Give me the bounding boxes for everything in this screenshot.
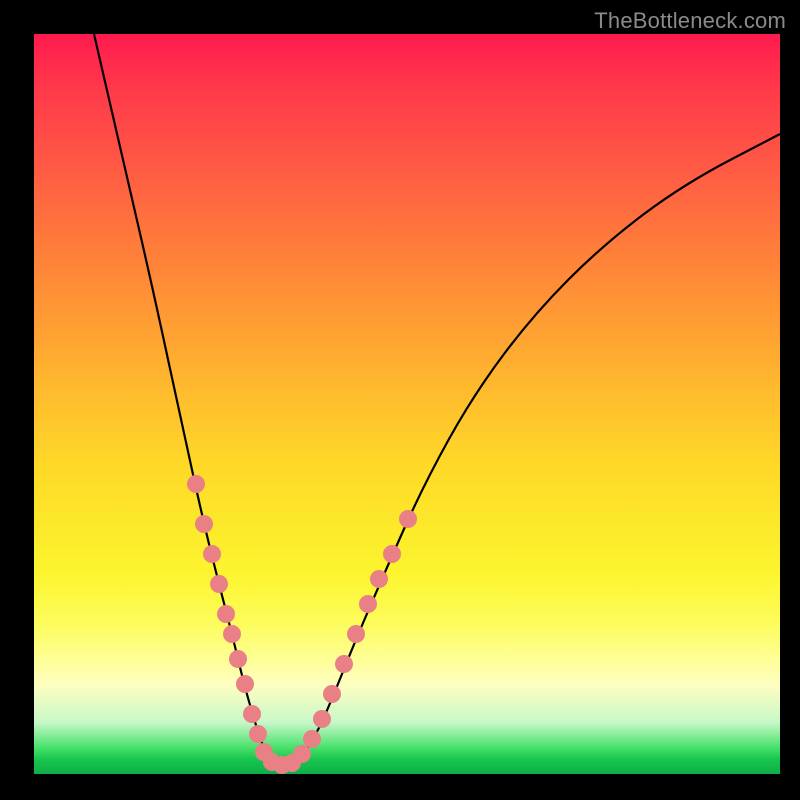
highlight-dot bbox=[347, 625, 365, 643]
highlight-dot bbox=[217, 605, 235, 623]
plot-area bbox=[34, 34, 780, 774]
curve-svg bbox=[34, 34, 780, 774]
highlight-dot bbox=[359, 595, 377, 613]
watermark-text: TheBottleneck.com bbox=[594, 8, 786, 34]
highlight-dot bbox=[399, 510, 417, 528]
highlight-dot bbox=[335, 655, 353, 673]
highlight-dot bbox=[210, 575, 228, 593]
highlight-dot bbox=[293, 745, 311, 763]
bottleneck-curve bbox=[94, 34, 780, 764]
highlight-dot bbox=[303, 730, 321, 748]
highlight-dot bbox=[203, 545, 221, 563]
highlight-dot bbox=[229, 650, 247, 668]
highlight-dot bbox=[187, 475, 205, 493]
highlight-dot bbox=[243, 705, 261, 723]
chart-stage: TheBottleneck.com bbox=[0, 0, 800, 800]
highlight-dot bbox=[249, 725, 267, 743]
highlight-dot bbox=[323, 685, 341, 703]
highlight-dot bbox=[370, 570, 388, 588]
highlight-dot bbox=[313, 710, 331, 728]
highlight-dot bbox=[236, 675, 254, 693]
highlight-dot bbox=[383, 545, 401, 563]
highlight-dot bbox=[195, 515, 213, 533]
highlight-dot bbox=[223, 625, 241, 643]
